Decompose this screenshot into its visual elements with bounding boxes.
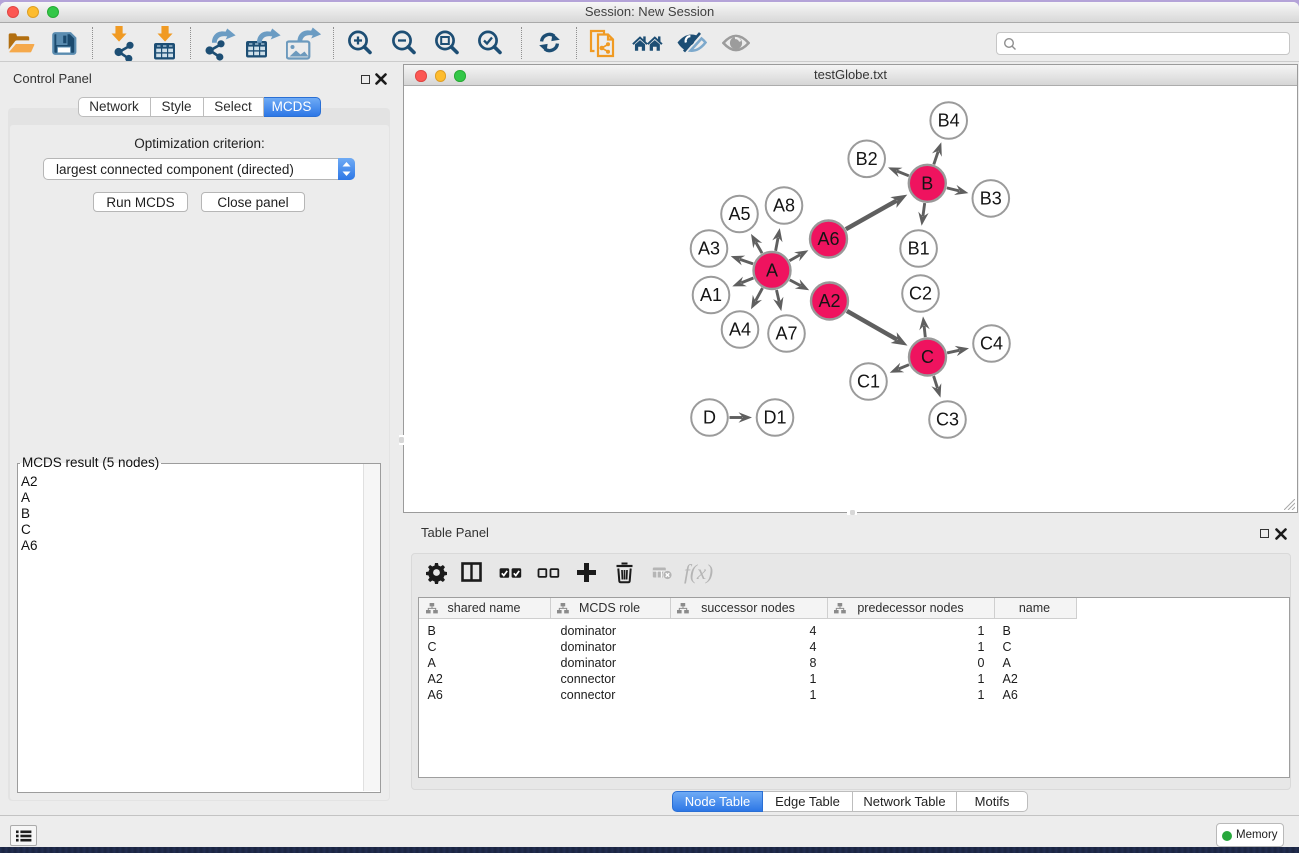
- svg-text:B4: B4: [938, 111, 960, 131]
- svg-text:A7: A7: [775, 324, 797, 344]
- svg-text:D1: D1: [763, 408, 786, 428]
- svg-text:A6: A6: [817, 229, 839, 249]
- svg-text:A4: A4: [729, 320, 751, 340]
- svg-text:B2: B2: [856, 149, 878, 169]
- svg-text:C2: C2: [909, 284, 932, 304]
- svg-text:A5: A5: [728, 204, 750, 224]
- svg-text:A3: A3: [698, 239, 720, 259]
- svg-text:D: D: [703, 408, 716, 428]
- svg-text:B3: B3: [980, 188, 1002, 208]
- svg-text:B1: B1: [908, 239, 930, 259]
- svg-text:C1: C1: [857, 372, 880, 392]
- svg-text:B: B: [921, 173, 933, 193]
- svg-text:C4: C4: [980, 334, 1003, 354]
- svg-text:A1: A1: [700, 285, 722, 305]
- svg-text:A: A: [766, 261, 778, 281]
- svg-text:C: C: [921, 347, 934, 367]
- svg-text:C3: C3: [936, 410, 959, 430]
- svg-text:A2: A2: [818, 291, 840, 311]
- svg-text:A8: A8: [773, 196, 795, 216]
